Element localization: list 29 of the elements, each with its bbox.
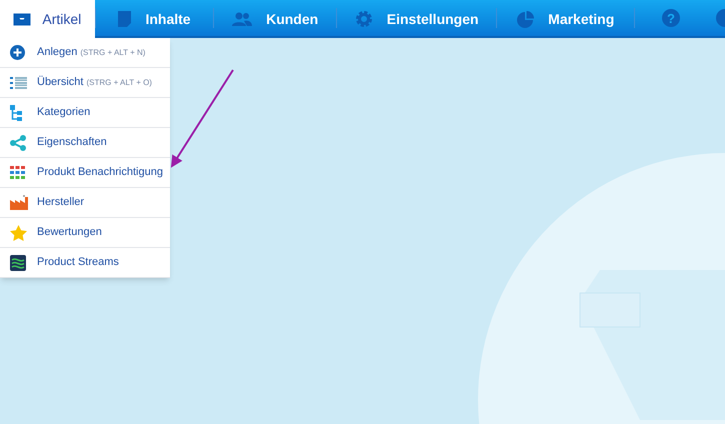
menu-item[interactable]: Hersteller xyxy=(0,188,170,218)
menu-item[interactable]: Anlegen (STRG + ALT + N) xyxy=(0,38,170,68)
menu-item[interactable]: Eigenschaften xyxy=(0,128,170,158)
tray-icon xyxy=(13,12,32,26)
stream-icon xyxy=(10,254,26,270)
nav-tab[interactable]: Artikel xyxy=(0,0,95,38)
gear-icon xyxy=(354,10,373,28)
hierarchy-icon xyxy=(10,104,22,120)
nav-tab[interactable]: Inhalte xyxy=(96,0,214,38)
menu-item[interactable]: Product Streams xyxy=(0,248,170,278)
nav-tab[interactable]: Kunden xyxy=(214,0,336,38)
share-icon xyxy=(10,134,26,150)
shortcut-hint: (STRG + ALT + N) xyxy=(80,46,146,58)
grid-icon xyxy=(10,166,25,179)
nav-tab[interactable]: Einstellungen xyxy=(336,0,496,38)
factory-icon xyxy=(10,195,28,210)
nav-icon[interactable] xyxy=(716,9,725,27)
menu-item[interactable]: Kategorien xyxy=(0,98,170,128)
users-icon xyxy=(232,12,252,26)
pie-chart-icon xyxy=(517,10,534,28)
menu-item[interactable]: Bewertungen xyxy=(0,218,170,248)
menu-item[interactable]: Übersicht (STRG + ALT + O) xyxy=(0,68,170,98)
shortcut-hint: (STRG + ALT + O) xyxy=(86,76,152,88)
list-icon xyxy=(10,76,27,88)
nav-tab[interactable]: Marketing xyxy=(497,0,634,38)
document-icon xyxy=(118,11,132,27)
menu-item[interactable]: Produkt Benachrichtigung xyxy=(0,158,170,188)
plus-icon xyxy=(10,45,25,60)
star-icon xyxy=(10,224,27,240)
